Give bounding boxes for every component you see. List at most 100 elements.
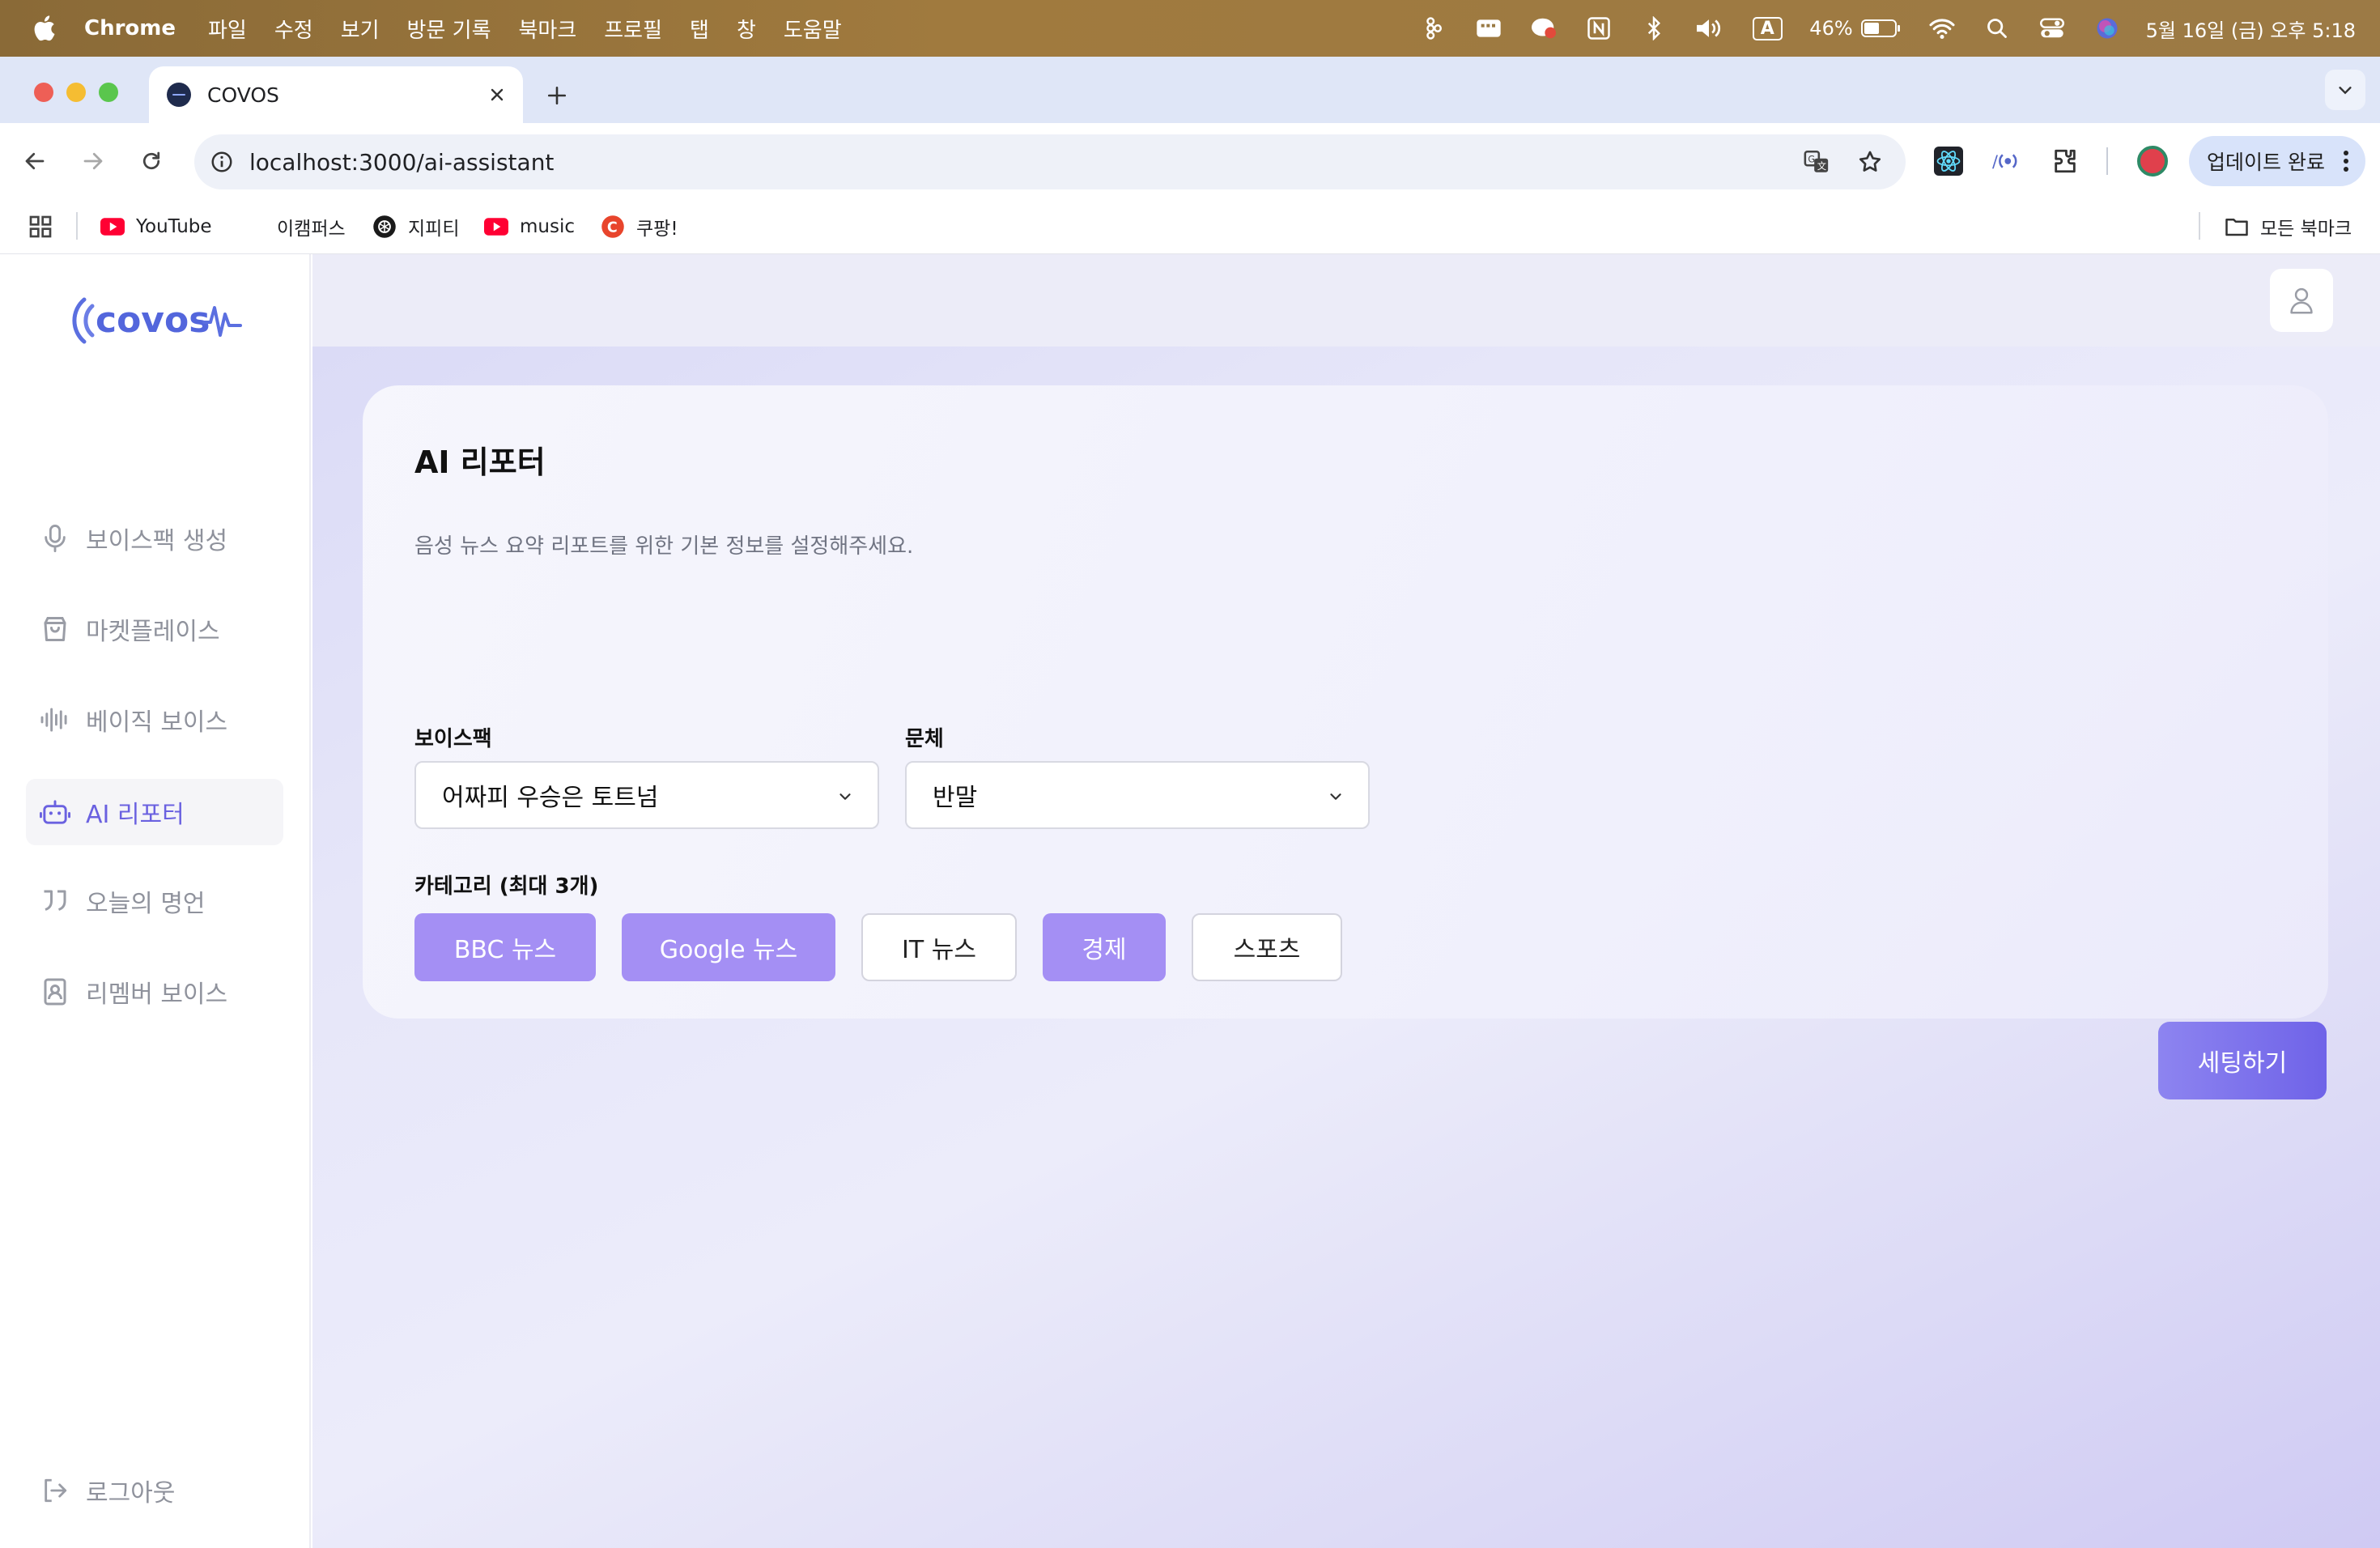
bluetooth-icon[interactable] xyxy=(1639,14,1668,43)
setting-submit-button[interactable]: 세팅하기 xyxy=(2158,1022,2327,1099)
all-bookmarks-label: 모든 북마크 xyxy=(2260,219,2352,240)
style-selected-value: 반말 xyxy=(933,784,978,812)
voicepack-label: 보이스팩 xyxy=(414,727,492,751)
all-bookmarks-folder[interactable]: 모든 북마크 xyxy=(2225,211,2352,243)
url-text[interactable]: localhost:3000/ai-assistant xyxy=(249,149,1799,176)
apps-grid-icon[interactable] xyxy=(28,211,53,243)
battery-icon[interactable] xyxy=(1860,14,1902,43)
category-chip-bbc[interactable]: BBC 뉴스 xyxy=(414,913,596,981)
tab-title: COVOS xyxy=(207,83,279,107)
back-arrow-icon[interactable] xyxy=(16,142,53,180)
bookmark-star-icon[interactable] xyxy=(1852,144,1888,180)
macos-menubar: Chrome 파일 수정 보기 방문 기록 북마크 프로필 탭 창 도움말 A … xyxy=(0,0,2380,57)
translate-icon[interactable]: G文 xyxy=(1799,144,1834,180)
logo-wordmark: covos xyxy=(96,300,210,341)
bookmark-label: 지피티 xyxy=(408,219,460,240)
category-chip-it[interactable]: IT 뉴스 xyxy=(861,913,1017,981)
forward-arrow-icon[interactable] xyxy=(74,142,112,180)
menubar-datetime[interactable]: 5월 16일 (금) 오후 5:18 xyxy=(2146,15,2356,43)
sidebar-item-remember-voice[interactable]: 리멤버 보이스 xyxy=(26,959,283,1025)
style-select[interactable]: 반말 xyxy=(905,761,1370,829)
window-zoom-button[interactable] xyxy=(99,83,118,102)
sidebar-item-label: 리멤버 보이스 xyxy=(86,980,228,1009)
react-devtools-icon[interactable] xyxy=(1930,142,1967,180)
bookmark-chatgpt[interactable]: 지피티 xyxy=(372,211,459,243)
tab-search-chevron-icon[interactable] xyxy=(2325,70,2365,110)
category-chip-sports[interactable]: 스포츠 xyxy=(1192,913,1342,981)
bookmark-label: 쿠팡! xyxy=(636,219,678,240)
sidebar-item-label: 베이직 보이스 xyxy=(86,708,228,737)
voicepack-selected-value: 어짜피 우승은 토트넘 xyxy=(442,784,659,812)
category-chip-economy[interactable]: 경제 xyxy=(1043,913,1166,981)
volume-icon[interactable] xyxy=(1694,14,1723,43)
bookmark-label: 이캠퍼스 xyxy=(277,219,346,240)
sidebar-item-label: 마켓플레이스 xyxy=(86,618,220,646)
sidebar-item-basic-voice[interactable]: 베이직 보이스 xyxy=(26,687,283,753)
page-description: 음성 뉴스 요약 리포트를 위한 기본 정보를 설정해주세요. xyxy=(414,534,914,559)
bot-icon xyxy=(39,796,71,828)
browser-tab-covos[interactable]: COVOS xyxy=(149,66,523,123)
shopping-bag-icon xyxy=(39,613,71,645)
menubar-item-profiles[interactable]: 프로필 xyxy=(604,14,662,44)
voicepack-select[interactable]: 어짜피 우승은 토트넘 xyxy=(414,761,879,829)
window-grid-icon[interactable] xyxy=(1474,14,1503,43)
menubar-item-edit[interactable]: 수정 xyxy=(274,14,313,44)
site-info-icon[interactable] xyxy=(206,146,238,178)
waveform-icon xyxy=(39,704,71,736)
menubar-status-area: A 46% 5월 16일 (금) 오후 5:18 xyxy=(1393,0,2356,57)
menubar-item-window[interactable]: 창 xyxy=(737,14,756,44)
category-chip-label: 스포츠 xyxy=(1233,936,1301,964)
chevron-down-icon xyxy=(834,785,856,808)
address-bar[interactable]: localhost:3000/ai-assistant G文 xyxy=(194,134,1906,189)
profile-avatar[interactable] xyxy=(2137,146,2168,176)
extensions-puzzle-icon[interactable] xyxy=(2046,142,2084,180)
user-profile-button[interactable] xyxy=(2270,269,2333,332)
menubar-app-name[interactable]: Chrome xyxy=(84,16,176,40)
setting-submit-label: 세팅하기 xyxy=(2197,1049,2288,1078)
notion-icon[interactable] xyxy=(1584,14,1613,43)
svg-text:C: C xyxy=(607,219,618,236)
wifi-icon[interactable] xyxy=(1927,14,1957,43)
menubar-item-tab[interactable]: 탭 xyxy=(690,14,709,44)
bookmark-music[interactable]: music xyxy=(484,211,575,243)
window-close-button[interactable] xyxy=(34,83,53,102)
update-complete-button[interactable]: 업데이트 완료 xyxy=(2189,136,2365,186)
menubar-item-file[interactable]: 파일 xyxy=(208,14,247,44)
figma-icon[interactable] xyxy=(1419,14,1448,43)
menubar-item-history[interactable]: 방문 기록 xyxy=(407,14,491,44)
sidebar-item-daily-quote[interactable]: 오늘의 명언 xyxy=(26,868,283,934)
covos-favicon-icon xyxy=(167,83,191,107)
bookmark-coupang[interactable]: C 쿠팡! xyxy=(601,211,678,243)
bookmarks-divider xyxy=(76,212,78,240)
apple-icon[interactable] xyxy=(29,12,62,45)
category-chip-label: BBC 뉴스 xyxy=(453,936,557,964)
tab-close-icon[interactable] xyxy=(481,79,513,111)
spotlight-search-icon[interactable] xyxy=(1983,14,2012,43)
bookmark-youtube[interactable]: YouTube xyxy=(100,211,212,243)
logout-button[interactable]: 로그아웃 xyxy=(26,1457,283,1524)
menubar-item-view[interactable]: 보기 xyxy=(341,14,380,44)
chevron-down-icon xyxy=(1324,785,1347,808)
contact-book-icon xyxy=(39,976,71,1008)
sidebar-item-marketplace[interactable]: 마켓플레이스 xyxy=(26,596,283,662)
chat-bubble-icon[interactable] xyxy=(1529,14,1558,43)
input-source-icon[interactable]: A xyxy=(1749,14,1785,43)
bookmark-label: music xyxy=(520,216,576,237)
new-tab-plus-icon[interactable] xyxy=(539,78,575,113)
window-minimize-button[interactable] xyxy=(66,83,86,102)
input-source-label: A xyxy=(1752,16,1783,40)
more-menu-icon[interactable] xyxy=(2338,147,2354,175)
menubar-item-help[interactable]: 도움말 xyxy=(784,14,842,44)
sidebar-item-voicepack-create[interactable]: 보이스팩 생성 xyxy=(26,505,283,572)
category-chip-google[interactable]: Google 뉴스 xyxy=(622,913,835,981)
broadcast-extension-icon[interactable]: / xyxy=(1988,142,2025,180)
covos-logo[interactable]: covos xyxy=(62,283,248,356)
siri-icon[interactable] xyxy=(2093,14,2122,43)
reload-icon[interactable] xyxy=(133,142,170,180)
menubar-item-bookmarks[interactable]: 북마크 xyxy=(519,14,577,44)
quote-icon xyxy=(39,885,71,917)
control-center-icon[interactable] xyxy=(2038,14,2067,43)
coupang-icon: C xyxy=(601,215,625,239)
bookmark-ecampus[interactable]: 이캠퍼스 xyxy=(277,211,346,243)
sidebar-item-ai-reporter[interactable]: AI 리포터 xyxy=(26,779,283,845)
